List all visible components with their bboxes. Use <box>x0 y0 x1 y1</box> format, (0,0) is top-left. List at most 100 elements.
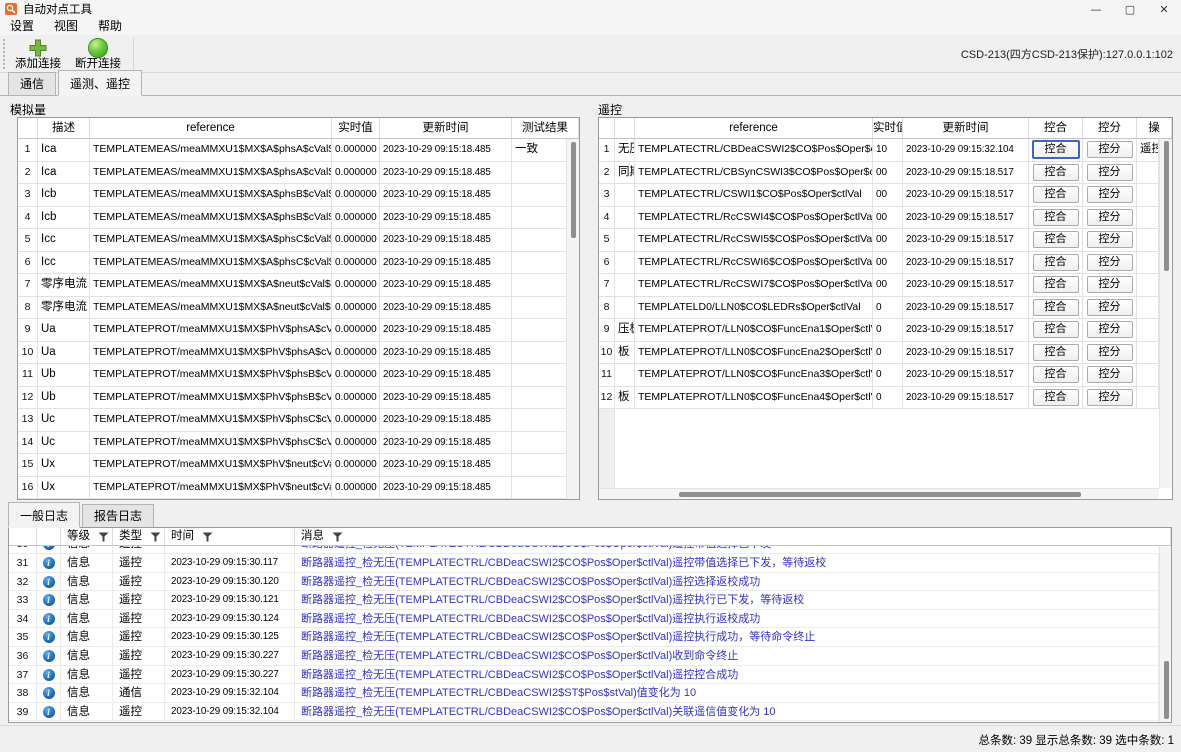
close-button[interactable]: ✕ <box>1147 0 1181 18</box>
table-row[interactable]: 12 Ub TEMPLATEPROT/meaMMXU1$MX$PhV$phsB$… <box>18 387 568 410</box>
table-row[interactable]: 2 Ica TEMPLATEMEAS/meaMMXU1$MX$A$phsA$cV… <box>18 162 568 185</box>
clipped-log-row[interactable]: 30 i 信息 遥控 2023-10-29 09:15:30.115 断路器遥控… <box>9 546 1171 554</box>
table-row[interactable]: 16 Ux TEMPLATEPROT/meaMMXU1$MX$PhV$neut$… <box>18 477 568 500</box>
filter-funnel-icon[interactable] <box>150 532 161 542</box>
table-row[interactable]: 1 无压 TEMPLATECTRL/CBDeaCSWI2$CO$Pos$Oper… <box>599 139 1159 162</box>
table-row[interactable]: 8 零序电流 TEMPLATEMEAS/meaMMXU1$MX$A$neut$c… <box>18 297 568 320</box>
scrollbar-thumb[interactable] <box>679 492 1081 497</box>
table-row[interactable]: 2 同期 TEMPLATECTRL/CBSynCSWI3$CO$Pos$Oper… <box>599 162 1159 185</box>
control-open-button[interactable]: 控分 <box>1087 366 1133 383</box>
header-result[interactable]: 测试结果 <box>512 118 579 138</box>
header-time[interactable]: 更新时间 <box>380 118 512 138</box>
control-close-button[interactable]: 控合 <box>1033 164 1079 181</box>
control-open-button[interactable]: 控分 <box>1087 141 1133 158</box>
log-row[interactable]: 37 i 信息 遥控 2023-10-29 09:15:30.227 断路器遥控… <box>9 666 1159 685</box>
table-row[interactable]: 14 Uc TEMPLATEPROT/meaMMXU1$MX$PhV$phsC$… <box>18 432 568 455</box>
control-horizontal-scrollbar[interactable] <box>599 488 1159 499</box>
header-value[interactable]: 实时值 <box>332 118 380 138</box>
filter-funnel-icon[interactable] <box>332 532 343 542</box>
analog-vertical-scrollbar[interactable] <box>566 139 579 499</box>
menu-item[interactable]: 视图 <box>44 18 88 35</box>
table-row[interactable]: 5 Icc TEMPLATEMEAS/meaMMXU1$MX$A$phsC$cV… <box>18 229 568 252</box>
table-row[interactable]: 1 Ica TEMPLATEMEAS/meaMMXU1$MX$A$phsA$cV… <box>18 139 568 162</box>
main-tab[interactable]: 通信 <box>8 72 56 95</box>
minimize-button[interactable]: — <box>1079 0 1113 18</box>
table-row[interactable]: 5 TEMPLATECTRL/RcCSWI5$CO$Pos$Oper$ctlVa… <box>599 229 1159 252</box>
header-reference[interactable]: reference <box>635 118 873 138</box>
control-close-button[interactable]: 控合 <box>1033 186 1079 203</box>
scrollbar-thumb[interactable] <box>571 142 576 238</box>
header-rownum[interactable] <box>18 118 38 138</box>
table-row[interactable]: 10 板 TEMPLATEPROT/LLN0$CO$FuncEna2$Oper$… <box>599 342 1159 365</box>
table-row[interactable]: 12 板 TEMPLATEPROT/LLN0$CO$FuncEna4$Oper$… <box>599 387 1159 410</box>
menu-item[interactable]: 帮助 <box>88 18 132 35</box>
control-open-button[interactable]: 控分 <box>1087 344 1133 361</box>
filter-funnel-icon[interactable] <box>98 532 109 542</box>
log-row[interactable]: 39 i 信息 遥控 2023-10-29 09:15:32.104 断路器遥控… <box>9 703 1159 722</box>
control-close-button[interactable]: 控合 <box>1033 299 1079 316</box>
maximize-button[interactable]: ▢ <box>1113 0 1147 18</box>
add-connection-button[interactable]: 添加连接 <box>8 36 68 72</box>
table-row[interactable]: 3 TEMPLATECTRL/CSWI1$CO$Pos$Oper$ctlVal … <box>599 184 1159 207</box>
header-value[interactable]: 实时值 <box>873 118 903 138</box>
main-tab[interactable]: 遥测、遥控 <box>58 70 142 96</box>
header-rownum[interactable] <box>599 118 615 138</box>
header-time[interactable]: 更新时间 <box>903 118 1029 138</box>
scrollbar-thumb[interactable] <box>1164 661 1169 719</box>
control-open-button[interactable]: 控分 <box>1087 164 1133 181</box>
control-open-button[interactable]: 控分 <box>1087 321 1133 338</box>
control-close-button[interactable]: 控合 <box>1033 209 1079 226</box>
filter-funnel-icon[interactable] <box>202 532 213 542</box>
log-row[interactable]: 38 i 信息 通信 2023-10-29 09:15:32.104 断路器遥控… <box>9 684 1159 703</box>
log-tab[interactable]: 报告日志 <box>82 504 154 527</box>
log-row[interactable]: 31 i 信息 遥控 2023-10-29 09:15:30.117 断路器遥控… <box>9 554 1159 573</box>
header-message[interactable]: 消息 <box>295 528 1171 545</box>
control-open-button[interactable]: 控分 <box>1087 254 1133 271</box>
header-time[interactable]: 时间 <box>165 528 295 545</box>
table-row[interactable]: 4 Icb TEMPLATEMEAS/meaMMXU1$MX$A$phsB$cV… <box>18 207 568 230</box>
control-open-button[interactable]: 控分 <box>1087 231 1133 248</box>
control-open-button[interactable]: 控分 <box>1087 299 1133 316</box>
control-close-button[interactable]: 控合 <box>1033 276 1079 293</box>
table-row[interactable]: 7 零序电流 TEMPLATEMEAS/meaMMXU1$MX$A$neut$c… <box>18 274 568 297</box>
table-row[interactable]: 6 Icc TEMPLATEMEAS/meaMMXU1$MX$A$phsC$cV… <box>18 252 568 275</box>
control-open-button[interactable]: 控分 <box>1087 276 1133 293</box>
header-icon[interactable] <box>37 528 61 545</box>
control-close-button[interactable]: 控合 <box>1033 321 1079 338</box>
header-rownum[interactable] <box>9 528 37 545</box>
table-row[interactable]: 3 Icb TEMPLATEMEAS/meaMMXU1$MX$A$phsB$cV… <box>18 184 568 207</box>
log-tab[interactable]: 一般日志 <box>8 502 80 528</box>
table-row[interactable]: 11 Ub TEMPLATEPROT/meaMMXU1$MX$PhV$phsB$… <box>18 364 568 387</box>
disconnect-button[interactable]: 断开连接 <box>68 36 128 72</box>
table-row[interactable]: 7 TEMPLATECTRL/RcCSWI7$CO$Pos$Oper$ctlVa… <box>599 274 1159 297</box>
control-open-button[interactable]: 控分 <box>1087 389 1133 406</box>
header-extra-clipped[interactable]: 操 <box>1137 118 1172 138</box>
control-vertical-scrollbar[interactable] <box>1159 139 1172 488</box>
header-control-open[interactable]: 控分 <box>1083 118 1137 138</box>
log-row[interactable]: 33 i 信息 遥控 2023-10-29 09:15:30.121 断路器遥控… <box>9 591 1159 610</box>
control-close-button[interactable]: 控合 <box>1033 366 1079 383</box>
header-description[interactable]: 描述 <box>38 118 90 138</box>
table-row[interactable]: 13 Uc TEMPLATEPROT/meaMMXU1$MX$PhV$phsC$… <box>18 409 568 432</box>
menu-item[interactable]: 设置 <box>0 18 44 35</box>
header-description[interactable] <box>615 118 635 138</box>
control-close-button[interactable]: 控合 <box>1032 140 1080 159</box>
table-row[interactable]: 9 压板 TEMPLATEPROT/LLN0$CO$FuncEna1$Oper$… <box>599 319 1159 342</box>
control-close-button[interactable]: 控合 <box>1033 344 1079 361</box>
table-row[interactable]: 8 TEMPLATELD0/LLN0$CO$LEDRs$Oper$ctlVal … <box>599 297 1159 320</box>
control-open-button[interactable]: 控分 <box>1087 186 1133 203</box>
header-type[interactable]: 类型 <box>113 528 165 545</box>
log-row[interactable]: 32 i 信息 遥控 2023-10-29 09:15:30.120 断路器遥控… <box>9 573 1159 592</box>
log-row[interactable]: 35 i 信息 遥控 2023-10-29 09:15:30.125 断路器遥控… <box>9 628 1159 647</box>
header-reference[interactable]: reference <box>90 118 332 138</box>
control-close-button[interactable]: 控合 <box>1033 389 1079 406</box>
table-row[interactable]: 4 TEMPLATECTRL/RcCSWI4$CO$Pos$Oper$ctlVa… <box>599 207 1159 230</box>
control-open-button[interactable]: 控分 <box>1087 209 1133 226</box>
control-close-button[interactable]: 控合 <box>1033 254 1079 271</box>
header-level[interactable]: 等级 <box>61 528 113 545</box>
scrollbar-thumb[interactable] <box>1164 141 1169 271</box>
control-close-button[interactable]: 控合 <box>1033 231 1079 248</box>
log-vertical-scrollbar[interactable] <box>1159 546 1171 722</box>
header-control-close[interactable]: 控合 <box>1029 118 1083 138</box>
toolbar-grip-handle[interactable] <box>3 39 6 69</box>
